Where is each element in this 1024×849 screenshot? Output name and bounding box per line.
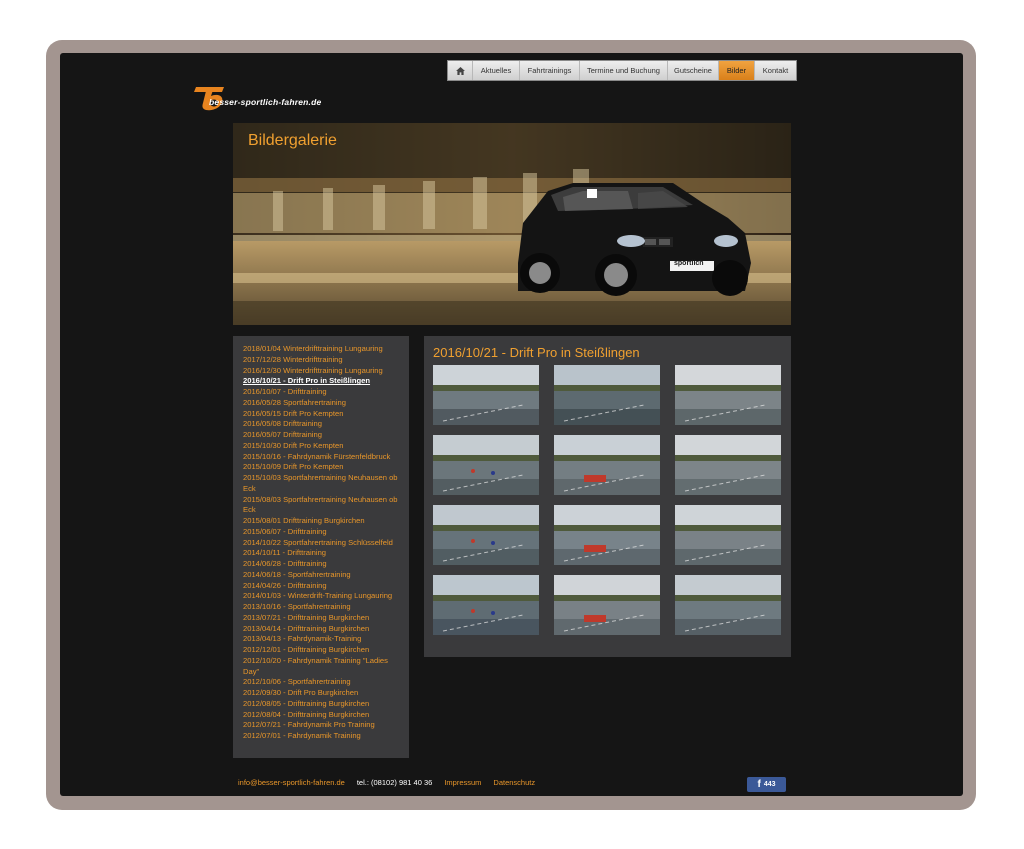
sidebar-link[interactable]: 2012/07/01 - Fahrdynamik Training <box>243 731 401 742</box>
sidebar-link[interactable]: 2014/10/22 Sportfahrertraining Schlüssel… <box>243 538 401 549</box>
facebook-icon: f <box>757 779 761 790</box>
sidebar-link[interactable]: 2013/07/21 - Drifttraining Burgkirchen <box>243 613 401 624</box>
gallery-thumbnail[interactable] <box>433 435 539 495</box>
sidebar-link[interactable]: 2014/10/11 - Drifttraining <box>243 548 401 559</box>
sidebar-link[interactable]: 2015/10/30 Drift Pro Kempten <box>243 441 401 452</box>
sidebar-link[interactable]: 2014/01/03 - Winterdrift-Training Lungau… <box>243 591 401 602</box>
gallery-thumbnail[interactable] <box>675 365 781 425</box>
sidebar-link[interactable]: 2014/04/26 - Drifttraining <box>243 581 401 592</box>
hero-banner: sportlich Bildergalerie <box>233 123 791 325</box>
home-icon <box>455 66 465 75</box>
page-viewport: Aktuelles Fahrtrainings Termine und Buch… <box>60 53 963 796</box>
gallery-thumbnail[interactable] <box>675 435 781 495</box>
sidebar-link[interactable]: 2016/10/07 - Drifttraining <box>243 387 401 398</box>
sidebar-link[interactable]: 2015/06/07 - Drifttraining <box>243 527 401 538</box>
nav-bilder[interactable]: Bilder <box>719 61 755 80</box>
facebook-like-button[interactable]: f 443 <box>747 777 786 792</box>
footer-datenschutz-link[interactable]: Datenschutz <box>493 778 535 787</box>
sidebar-link[interactable]: 2016/12/30 Winterdrifttraining Lungaurin… <box>243 366 401 377</box>
nav-fahrtrainings[interactable]: Fahrtrainings <box>520 61 580 80</box>
sidebar-link[interactable]: 2012/12/01 - Drifttraining Burgkirchen <box>243 645 401 656</box>
sidebar-link[interactable]: 2012/10/06 - Sportfahrertraining <box>243 677 401 688</box>
nav-home-button[interactable] <box>448 61 473 80</box>
sidebar-link[interactable]: 2012/08/05 - Drifttraining Burgkirchen <box>243 699 401 710</box>
sidebar-link[interactable]: 2014/06/28 - Drifttraining <box>243 559 401 570</box>
plate-text: sportlich <box>674 260 704 267</box>
sidebar-link[interactable]: 2015/10/03 Sportfahrertraining Neuhausen… <box>243 473 401 495</box>
sidebar-link[interactable]: 2013/04/13 - Fahrdynamik-Training <box>243 634 401 645</box>
gallery-thumbnail[interactable] <box>433 365 539 425</box>
footer-phone: tel.: (08102) 981 40 36 <box>356 778 433 787</box>
gallery-thumbnail[interactable] <box>554 505 660 565</box>
sidebar-link[interactable]: 2015/08/03 Sportfahrertraining Neuhausen… <box>243 495 401 517</box>
hero-car-photo <box>233 123 791 325</box>
sidebar-link[interactable]: 2012/07/21 - Fahrdynamik Pro Training <box>243 720 401 731</box>
sidebar-link[interactable]: 2014/06/18 - Sportfahrertraining <box>243 570 401 581</box>
facebook-count: 443 <box>763 781 776 788</box>
footer-impressum-link[interactable]: Impressum <box>444 778 481 787</box>
footer-email-link[interactable]: info@besser-sportlich-fahren.de <box>238 778 345 787</box>
sidebar-link[interactable]: 2017/12/28 Winterdrifttraining <box>243 355 401 366</box>
sidebar-link[interactable]: 2016/05/15 Drift Pro Kempten <box>243 409 401 420</box>
gallery-thumbnail[interactable] <box>433 505 539 565</box>
gallery-thumbnail[interactable] <box>675 575 781 635</box>
nav-gutscheine[interactable]: Gutscheine <box>668 61 719 80</box>
footer: info@besser-sportlich-fahren.de tel.: (0… <box>238 778 535 787</box>
gallery-title: 2016/10/21 - Drift Pro in Steißlingen <box>433 345 640 360</box>
gallery-panel: 2016/10/21 - Drift Pro in Steißlingen <box>424 336 791 657</box>
sidebar-link-current[interactable]: 2016/10/21 - Drift Pro in Steißlingen <box>243 376 401 387</box>
sidebar-link[interactable]: 2015/10/09 Drift Pro Kempten <box>243 462 401 473</box>
gallery-thumbnail[interactable] <box>433 575 539 635</box>
site-logo[interactable]: besser-sportlich-fahren.de <box>194 84 344 112</box>
sidebar-link[interactable]: 2016/05/08 Drifttraining <box>243 419 401 430</box>
page-title: Bildergalerie <box>248 132 337 149</box>
main-nav: Aktuelles Fahrtrainings Termine und Buch… <box>447 60 797 81</box>
sidebar-link[interactable]: 2013/10/16 - Sportfahrertraining <box>243 602 401 613</box>
gallery-thumbnail[interactable] <box>554 365 660 425</box>
gallery-thumbnail[interactable] <box>675 505 781 565</box>
nav-kontakt[interactable]: Kontakt <box>755 61 796 80</box>
nav-aktuelles[interactable]: Aktuelles <box>473 61 520 80</box>
sidebar-link[interactable]: 2015/10/16 - Fahrdynamik Fürstenfeldbruc… <box>243 452 401 463</box>
sidebar-link[interactable]: 2015/08/01 Drifttraining Burgkirchen <box>243 516 401 527</box>
sidebar-link[interactable]: 2018/01/04 Winterdrifttraining Lungaurin… <box>243 344 401 355</box>
sidebar-link[interactable]: 2016/05/07 Drifttraining <box>243 430 401 441</box>
nav-termine-und-buchung[interactable]: Termine und Buchung <box>580 61 668 80</box>
gallery-thumbnail[interactable] <box>554 575 660 635</box>
sidebar-link[interactable]: 2012/10/20 - Fahrdynamik Training "Ladie… <box>243 656 401 678</box>
sidebar-link[interactable]: 2012/09/30 - Drift Pro Burgkirchen <box>243 688 401 699</box>
gallery-thumbnail[interactable] <box>554 435 660 495</box>
sidebar-link[interactable]: 2013/04/14 - Drifttraining Burgkirchen <box>243 624 401 635</box>
sidebar-link[interactable]: 2016/05/28 Sportfahrertraining <box>243 398 401 409</box>
sidebar-link[interactable]: 2012/08/04 - Drifttraining Burgkirchen <box>243 710 401 721</box>
logo-text: besser-sportlich-fahren.de <box>209 97 322 107</box>
gallery-list-sidebar: 2018/01/04 Winterdrifttraining Lungaurin… <box>233 336 409 758</box>
